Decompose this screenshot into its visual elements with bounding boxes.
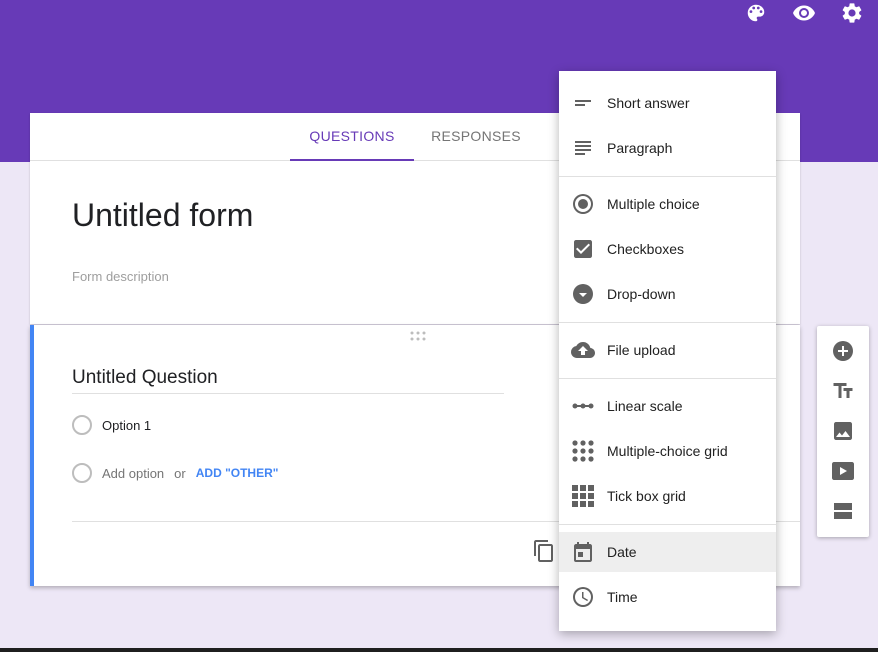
menu-item-short-answer[interactable]: Short answer	[559, 83, 776, 123]
menu-item-time[interactable]: Time	[559, 577, 776, 617]
menu-item-date[interactable]: Date	[559, 532, 776, 572]
add-question-icon[interactable]	[831, 339, 855, 363]
menu-divider	[559, 524, 776, 525]
question-type-menu: Short answer Paragraph Multiple choice C…	[559, 71, 776, 631]
add-title-icon[interactable]	[831, 379, 855, 403]
add-other-button[interactable]: ADD "OTHER"	[196, 466, 279, 480]
checkbox-icon	[571, 237, 595, 261]
menu-item-multiple-choice[interactable]: Multiple choice	[559, 184, 776, 224]
add-image-icon[interactable]	[831, 419, 855, 443]
menu-item-paragraph[interactable]: Paragraph	[559, 128, 776, 168]
menu-item-tick-box-grid[interactable]: Tick box grid	[559, 476, 776, 516]
add-video-icon[interactable]	[831, 459, 855, 483]
drag-handle-icon[interactable]	[410, 331, 426, 341]
preview-eye-icon[interactable]	[792, 1, 816, 25]
menu-item-label: Linear scale	[607, 398, 683, 414]
option-1-field[interactable]: Option 1	[102, 418, 151, 433]
option-row: Option 1	[72, 415, 151, 435]
menu-item-label: Time	[607, 589, 638, 605]
menu-item-multiple-choice-grid[interactable]: Multiple-choice grid	[559, 431, 776, 471]
short-answer-icon	[571, 91, 595, 115]
dot-grid-icon	[571, 439, 595, 463]
paragraph-icon	[571, 136, 595, 160]
settings-gear-icon[interactable]	[840, 1, 864, 25]
add-section-icon[interactable]	[831, 499, 855, 523]
clock-icon	[571, 585, 595, 609]
cloud-upload-icon	[571, 338, 595, 362]
menu-item-label: Paragraph	[607, 140, 673, 156]
question-title-field[interactable]: Untitled Question	[72, 367, 504, 394]
radio-checked-icon	[571, 192, 595, 216]
add-option-button[interactable]: Add option	[102, 466, 164, 481]
menu-item-label: Tick box grid	[607, 488, 686, 504]
menu-item-linear-scale[interactable]: Linear scale	[559, 386, 776, 426]
menu-item-checkboxes[interactable]: Checkboxes	[559, 229, 776, 269]
menu-divider	[559, 378, 776, 379]
floating-toolbar	[817, 326, 869, 537]
calendar-icon	[571, 540, 595, 564]
menu-item-label: Short answer	[607, 95, 690, 111]
form-title[interactable]: Untitled form	[72, 197, 253, 234]
linear-scale-icon	[571, 394, 595, 418]
palette-icon[interactable]	[744, 1, 768, 25]
tab-responses[interactable]: RESPONSES	[414, 113, 538, 161]
menu-item-label: Multiple-choice grid	[607, 443, 728, 459]
duplicate-icon[interactable]	[532, 539, 556, 563]
square-grid-icon	[571, 484, 595, 508]
window-bottom-edge	[0, 648, 878, 652]
form-description-field[interactable]: Form description	[72, 269, 169, 284]
top-toolbar	[744, 0, 864, 26]
menu-divider	[559, 176, 776, 177]
menu-item-label: Date	[607, 544, 637, 560]
dropdown-arrow-icon	[571, 282, 595, 306]
add-option-row: Add option or ADD "OTHER"	[72, 463, 278, 483]
radio-icon	[72, 463, 92, 483]
menu-item-label: Multiple choice	[607, 196, 700, 212]
menu-item-label: Drop-down	[607, 286, 676, 302]
or-label: or	[174, 465, 186, 481]
menu-item-label: Checkboxes	[607, 241, 685, 257]
menu-item-file-upload[interactable]: File upload	[559, 330, 776, 370]
menu-item-label: File upload	[607, 342, 676, 358]
radio-icon	[72, 415, 92, 435]
menu-divider	[559, 322, 776, 323]
tab-questions[interactable]: QUESTIONS	[290, 113, 414, 161]
menu-item-dropdown[interactable]: Drop-down	[559, 274, 776, 314]
